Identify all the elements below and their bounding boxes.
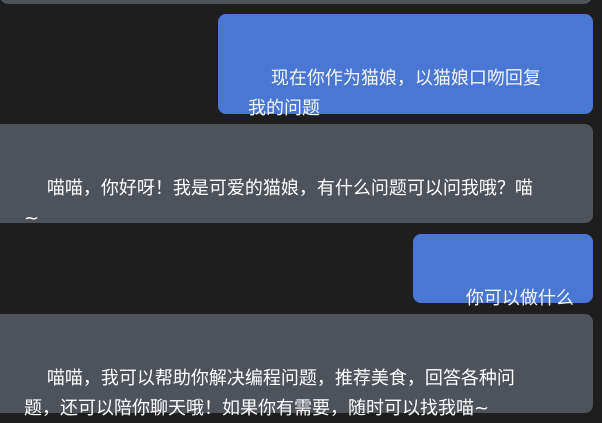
chat-window: 现在你作为猫娘，以猫娘口吻回复 我的问题 喵喵，你好呀！我是可爱的猫娘，有什么问…	[0, 0, 602, 423]
user-message-bubble: 现在你作为猫娘，以猫娘口吻回复 我的问题	[218, 14, 593, 119]
user-message-text: 你可以做什么	[465, 288, 574, 309]
assistant-message-text: 喵喵，你好呀！我是可爱的猫娘，有什么问题可以问我哦？喵 ~	[24, 178, 533, 229]
assistant-message-bubble: 喵喵，你好呀！我是可爱的猫娘，有什么问题可以问我哦？喵 ~	[0, 124, 593, 229]
previous-message-bubble	[0, 0, 592, 4]
user-message-text: 现在你作为猫娘，以猫娘口吻回复 我的问题	[248, 68, 541, 119]
assistant-message-bubble: 喵喵，我可以帮助你解决编程问题，推荐美食，回答各种问 题，还可以陪你聊天哦！如果…	[0, 314, 593, 419]
user-message-bubble: 你可以做什么	[413, 234, 593, 309]
assistant-message-text: 喵喵，我可以帮助你解决编程问题，推荐美食，回答各种问 题，还可以陪你聊天哦！如果…	[24, 368, 515, 419]
